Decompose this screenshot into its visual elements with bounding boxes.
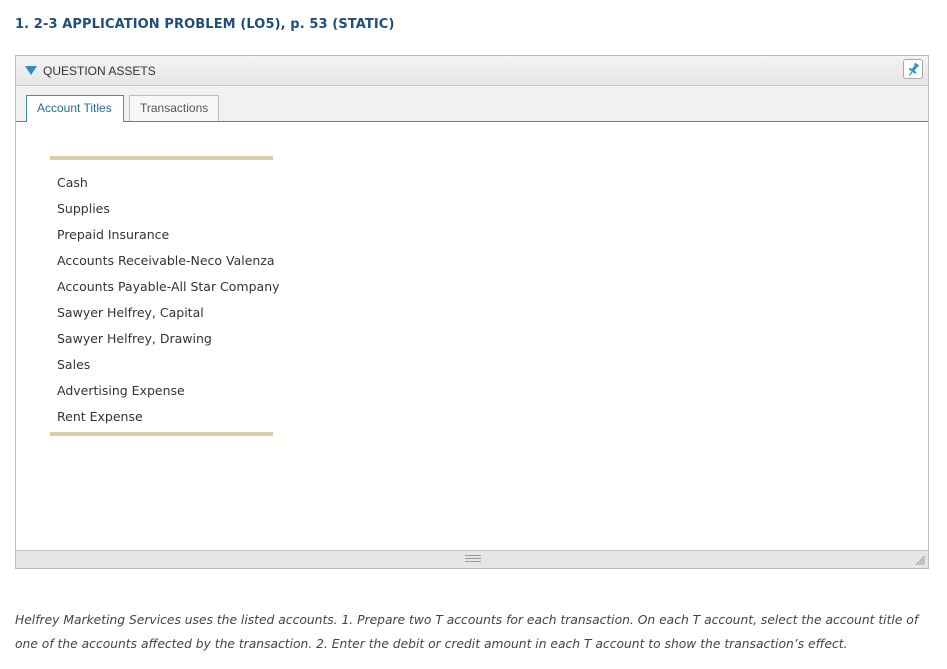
drag-handle-icon[interactable]	[465, 555, 481, 564]
account-item-accounts-payable: Accounts Payable-All Star Company	[57, 279, 280, 294]
problem-title: 1. 2-3 APPLICATION PROBLEM (LO5), p. 53 …	[15, 17, 395, 32]
account-item-rent-expense: Rent Expense	[57, 409, 143, 424]
account-item-advertising-expense: Advertising Expense	[57, 383, 185, 398]
account-item-sales: Sales	[57, 357, 91, 372]
bottom-divider	[50, 432, 273, 436]
triangle-down-icon[interactable]	[25, 66, 37, 75]
panel-footer	[16, 550, 928, 568]
account-item-accounts-receivable: Accounts Receivable-Neco Valenza	[57, 253, 275, 268]
question-assets-panel: QUESTION ASSETS Account Titles Transacti…	[15, 55, 929, 569]
instructions-text: Helfrey Marketing Services uses the list…	[15, 613, 919, 651]
account-item-cash: Cash	[57, 175, 88, 190]
account-item-drawing: Sawyer Helfrey, Drawing	[57, 331, 212, 346]
question-assets-label: QUESTION ASSETS	[43, 64, 156, 78]
tab-transactions[interactable]: Transactions	[129, 95, 219, 121]
resize-grip-icon[interactable]	[914, 554, 926, 566]
top-divider	[50, 156, 273, 160]
account-titles-content: Cash Supplies Prepaid Insurance Accounts…	[16, 122, 928, 550]
tab-bar: Account Titles Transactions	[16, 86, 928, 122]
account-item-capital: Sawyer Helfrey, Capital	[57, 305, 204, 320]
tab-account-titles[interactable]: Account Titles	[26, 95, 124, 122]
account-item-supplies: Supplies	[57, 201, 110, 216]
account-list: Cash Supplies Prepaid Insurance Accounts…	[57, 170, 280, 430]
account-item-prepaid-insurance: Prepaid Insurance	[57, 227, 170, 242]
pushpin-icon	[908, 62, 920, 77]
question-assets-header[interactable]: QUESTION ASSETS	[16, 56, 928, 86]
pin-button[interactable]	[903, 59, 923, 79]
